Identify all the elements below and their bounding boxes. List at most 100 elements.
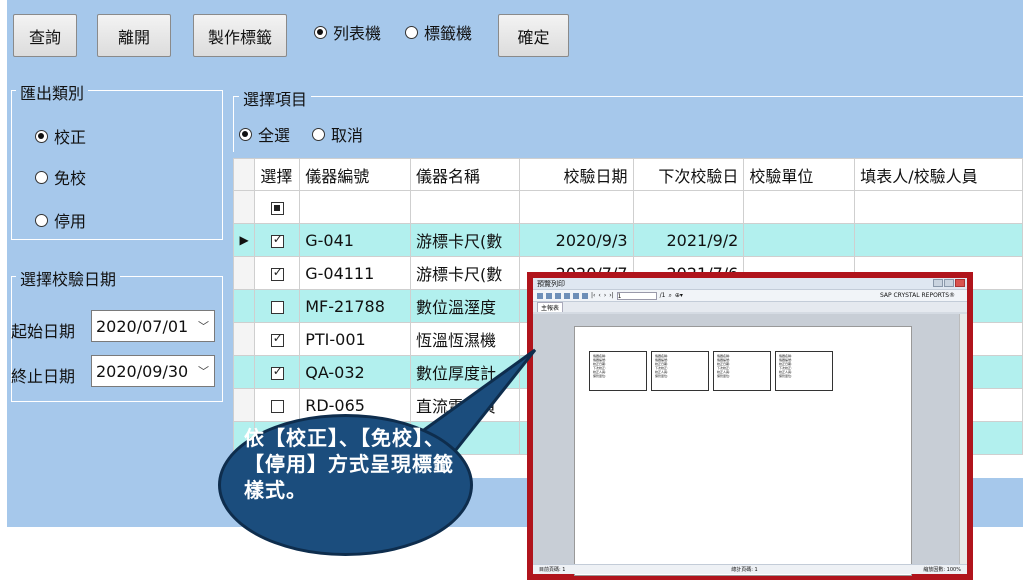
print-icon[interactable] [546,292,552,299]
radio-icon [35,129,48,143]
column-header-cal-date[interactable]: 校驗日期 [519,158,634,191]
label-card-line: 保管單位: [593,374,607,378]
category-radio-calibrate[interactable]: 校正 [35,124,86,148]
maximize-icon[interactable] [944,279,954,287]
callout-text: 依【校正】、【免校】、【停用】方式呈現標籤樣式。 [244,426,454,502]
cell-name[interactable]: 游標卡尺(數 [410,223,521,257]
query-button[interactable]: 查詢 [13,14,77,57]
checkbox-icon[interactable] [270,331,284,347]
preview-title: 預覽列印 [537,279,565,288]
printer-radio-printer[interactable]: 列表機 [314,20,381,44]
start-date-label: 起始日期 [11,322,76,341]
filter-cell[interactable] [743,190,856,224]
close-icon[interactable] [955,279,965,287]
table-row[interactable]: ▶ G-041游標卡尺(數2020/9/32021/9/2 [233,223,1023,257]
select-checkbox-cell[interactable] [254,289,301,323]
start-date-picker[interactable]: 2020/07/01 ﹀ [91,310,215,342]
label-card-preview: 儀器名稱: 儀器編號: 校正日期: 下次校正: 校正人員: 保管單位: [589,351,647,391]
first-page-icon[interactable]: |‹ [591,292,595,299]
minimize-icon[interactable] [933,279,943,287]
row-header [233,355,256,389]
next-page-icon[interactable]: › [604,292,606,299]
select-none-radio[interactable]: 取消 [312,122,363,146]
preview-toolbar: |‹ ‹ › ›| 1 /1 ⌕ ⊕▾ SAP CRYSTAL REPORTS® [533,290,967,302]
tab-main-report[interactable]: 主報表 [537,302,564,312]
checkbox-icon[interactable] [270,201,284,215]
last-page-icon[interactable]: ›| [609,292,613,299]
preview-tabstrip: 主報表 [533,302,967,312]
column-header-next-date[interactable]: 下次校驗日 [632,158,745,191]
checkbox-icon[interactable] [270,364,284,380]
radio-icon [239,127,252,141]
chevron-down-icon: ﹀ [198,365,209,378]
printer-option-label: 列表機 [333,24,382,43]
checkbox-icon[interactable] [270,300,284,314]
cell-name[interactable]: 數位厚度計 [410,355,521,389]
row-header [233,322,256,356]
cell-id[interactable]: G-041 [299,223,412,257]
category-label: 免校 [54,169,87,188]
export-category-title: 匯出類別 [16,80,89,104]
column-header-select[interactable]: 選擇 [254,158,301,191]
row-header-corner [233,158,256,191]
column-header-unit[interactable]: 校驗單位 [743,158,856,191]
radio-icon [314,25,327,39]
select-checkbox-cell[interactable] [254,388,301,422]
zoom-icon[interactable]: ⊕▾ [675,292,683,299]
cell-id[interactable]: QA-032 [299,355,412,389]
label-card-preview: 儀器名稱: 儀器編號: 校正日期: 下次校正: 校正人員: 保管單位: [713,351,771,391]
select-checkbox-cell[interactable] [254,223,301,257]
label-card-preview: 儀器名稱: 儀器編號: 校正日期: 下次校正: 校正人員: 保管單位: [775,351,833,391]
cell-name[interactable]: 數位溫溼度 [410,289,521,323]
prev-page-icon[interactable]: ‹ [598,292,600,299]
end-date-label: 終止日期 [11,367,76,386]
cell-unit[interactable] [743,223,856,257]
exit-button[interactable]: 離開 [97,14,171,57]
start-date-value: 2020/07/01 [96,316,189,336]
cell-next-date[interactable]: 2021/9/2 [632,223,745,257]
checkbox-icon[interactable] [270,399,284,413]
cell-id[interactable]: PTI-001 [299,322,412,356]
parameters-icon[interactable] [582,292,588,299]
chevron-down-icon: ﹀ [198,320,209,333]
end-date-picker[interactable]: 2020/09/30 ﹀ [91,355,215,387]
cell-name[interactable]: 游標卡尺(數 [410,256,521,290]
column-header-person[interactable]: 填表人/校驗人員 [854,158,1023,191]
radio-icon [35,170,48,184]
column-header-name[interactable]: 儀器名稱 [410,158,521,191]
filter-cell[interactable] [519,190,634,224]
cell-name[interactable]: 恆溫恆濕機 [410,322,521,356]
cell-name[interactable]: 直流電子負 [410,388,521,422]
vertical-scrollbar[interactable] [959,314,967,564]
export-icon[interactable] [537,292,543,299]
cell-cal-date[interactable]: 2020/9/3 [519,223,634,257]
category-radio-disabled[interactable]: 停用 [35,208,86,232]
select-all-radio[interactable]: 全選 [239,122,290,146]
page-number-box[interactable]: 1 [616,291,657,300]
select-checkbox-cell[interactable] [254,322,301,356]
filter-cell[interactable] [632,190,745,224]
search-icon[interactable]: ⌕ [669,292,672,300]
select-checkbox-cell[interactable] [254,256,301,290]
checkbox-icon[interactable] [270,232,284,248]
confirm-button[interactable]: 確定 [498,14,569,57]
filter-cell[interactable] [299,190,412,224]
row-header [233,256,256,290]
make-label-button[interactable]: 製作標籤 [193,14,287,57]
printer-radio-label-machine[interactable]: 標籤機 [405,20,472,44]
checkbox-icon[interactable] [270,265,284,281]
group-tree-icon[interactable] [573,292,579,299]
row-header: ▶ [233,223,256,257]
column-header-id[interactable]: 儀器編號 [299,158,412,191]
category-radio-exempt[interactable]: 免校 [35,165,86,189]
cell-id[interactable]: MF-21788 [299,289,412,323]
cell-id[interactable]: G-04111 [299,256,412,290]
select-checkbox-cell[interactable] [254,355,301,389]
filter-cell[interactable] [854,190,1023,224]
cell-person[interactable] [854,223,1023,257]
radio-icon [312,127,325,141]
refresh-icon[interactable] [555,292,561,299]
filter-cell[interactable] [410,190,521,224]
copy-icon[interactable] [564,292,570,299]
select-all-checkbox-cell[interactable] [254,190,301,224]
